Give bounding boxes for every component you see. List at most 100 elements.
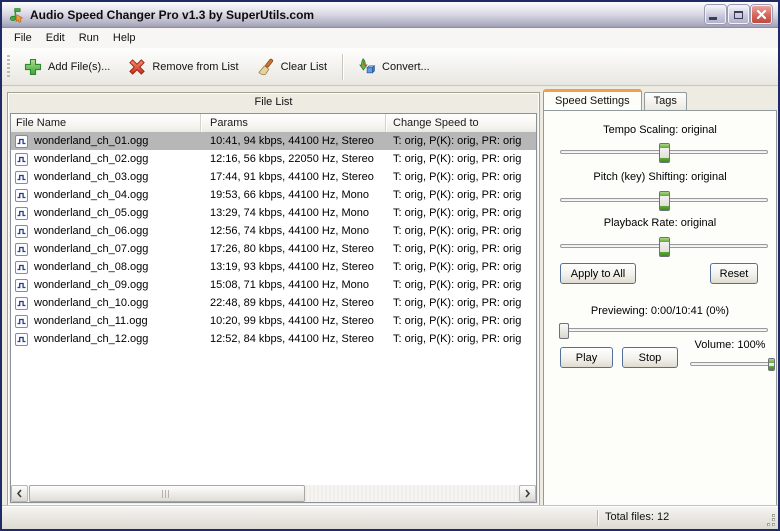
add-files-label: Add File(s)...: [48, 60, 111, 73]
resize-grip-icon[interactable]: [763, 514, 776, 527]
column-header-params[interactable]: Params: [201, 114, 386, 132]
file-name-cell: wonderland_ch_05.ogg: [11, 206, 201, 220]
column-header-file-name[interactable]: File Name: [11, 114, 201, 132]
clear-broom-icon: [257, 58, 273, 75]
file-params: 13:19, 93 kbps, 44100 Hz, Stereo: [210, 261, 374, 273]
minimize-button[interactable]: [705, 5, 726, 24]
settings-tab-control: Speed Settings Tags Tempo Scaling: origi…: [543, 89, 777, 506]
file-params: 12:56, 74 kbps, 44100 Hz, Mono: [210, 225, 369, 237]
slider-thumb[interactable]: [768, 358, 776, 371]
volume-slider[interactable]: [690, 358, 776, 371]
table-row[interactable]: wonderland_ch_02.ogg 12:16, 56 kbps, 220…: [11, 150, 536, 168]
stop-button[interactable]: Stop: [622, 347, 678, 368]
file-name: wonderland_ch_12.ogg: [34, 333, 149, 345]
table-row[interactable]: wonderland_ch_11.ogg 10:20, 99 kbps, 441…: [11, 312, 536, 330]
scroll-right-button[interactable]: [519, 485, 536, 502]
audio-file-icon: [15, 296, 28, 310]
table-row[interactable]: wonderland_ch_06.ogg 12:56, 74 kbps, 441…: [11, 222, 536, 240]
app-window: Audio Speed Changer Pro v1.3 by SuperUti…: [0, 0, 780, 531]
client-area: File List File Name Params Change Speed …: [2, 86, 778, 507]
menu-run[interactable]: Run: [72, 30, 106, 46]
menu-help[interactable]: Help: [106, 30, 143, 46]
menu-edit[interactable]: Edit: [39, 30, 72, 46]
preview-position-slider[interactable]: [559, 321, 768, 341]
tab-speed-settings[interactable]: Speed Settings: [543, 89, 642, 110]
add-file-icon: [24, 58, 42, 75]
slider-thumb[interactable]: [659, 191, 670, 211]
total-files-status: Total files: 12: [605, 511, 670, 523]
chevron-left-icon: [16, 489, 22, 498]
file-params: 10:41, 94 kbps, 44100 Hz, Stereo: [210, 135, 374, 147]
audio-file-icon: [15, 170, 28, 184]
pitch-shifting-slider[interactable]: [560, 191, 768, 211]
audio-file-icon: [15, 332, 28, 346]
table-row[interactable]: wonderland_ch_12.ogg 12:52, 84 kbps, 441…: [11, 330, 536, 348]
file-name-cell: wonderland_ch_11.ogg: [11, 314, 201, 328]
table-row[interactable]: wonderland_ch_01.ogg 10:41, 94 kbps, 441…: [11, 132, 536, 150]
tempo-scaling-label: Tempo Scaling: original: [603, 124, 717, 136]
table-row[interactable]: wonderland_ch_04.ogg 19:53, 66 kbps, 441…: [11, 186, 536, 204]
file-change-speed: T: orig, P(K): orig, PR: orig: [393, 207, 522, 219]
file-name: wonderland_ch_10.ogg: [34, 297, 149, 309]
table-row[interactable]: wonderland_ch_10.ogg 22:48, 89 kbps, 441…: [11, 294, 536, 312]
file-list-caption: File List: [254, 96, 293, 108]
close-button[interactable]: [751, 5, 772, 24]
apply-to-all-button[interactable]: Apply to All: [560, 263, 636, 284]
convert-label: Convert...: [382, 60, 430, 73]
file-change-speed: T: orig, P(K): orig, PR: orig: [393, 153, 522, 165]
statusbar: Total files: 12: [2, 506, 778, 529]
file-change-speed: T: orig, P(K): orig, PR: orig: [393, 297, 522, 309]
audio-file-icon: [15, 242, 28, 256]
file-name-cell: wonderland_ch_01.ogg: [11, 134, 201, 148]
file-name-cell: wonderland_ch_10.ogg: [11, 296, 201, 310]
file-change-speed: T: orig, P(K): orig, PR: orig: [393, 225, 522, 237]
table-row[interactable]: wonderland_ch_08.ogg 13:19, 93 kbps, 441…: [11, 258, 536, 276]
slider-thumb[interactable]: [659, 143, 670, 163]
file-params: 17:26, 80 kbps, 44100 Hz, Stereo: [210, 243, 374, 255]
column-header-change-speed[interactable]: Change Speed to: [386, 114, 536, 132]
scroll-left-button[interactable]: [11, 485, 28, 502]
table-row[interactable]: wonderland_ch_03.ogg 17:44, 91 kbps, 441…: [11, 168, 536, 186]
maximize-button[interactable]: [728, 5, 749, 24]
file-name: wonderland_ch_08.ogg: [34, 261, 149, 273]
file-params: 12:52, 84 kbps, 44100 Hz, Stereo: [210, 333, 374, 345]
reset-button[interactable]: Reset: [710, 263, 758, 284]
file-name: wonderland_ch_03.ogg: [34, 171, 149, 183]
horizontal-scrollbar[interactable]: [11, 485, 536, 502]
table-row[interactable]: wonderland_ch_05.ogg 13:29, 74 kbps, 441…: [11, 204, 536, 222]
file-name-cell: wonderland_ch_09.ogg: [11, 278, 201, 292]
slider-thumb[interactable]: [659, 237, 670, 257]
statusbar-separator: [597, 510, 598, 526]
file-list-panel: File List File Name Params Change Speed …: [7, 92, 540, 506]
file-list-view: File Name Params Change Speed to wonderl…: [10, 113, 537, 503]
remove-icon: [129, 58, 146, 75]
file-list-header: File Name Params Change Speed to: [11, 114, 536, 133]
file-change-speed: T: orig, P(K): orig, PR: orig: [393, 333, 522, 345]
remove-from-list-button[interactable]: Remove from List: [119, 52, 247, 81]
menubar: File Edit Run Help: [2, 28, 778, 49]
file-params: 13:29, 74 kbps, 44100 Hz, Mono: [210, 207, 369, 219]
playback-rate-slider[interactable]: [560, 237, 768, 257]
scrollbar-thumb[interactable]: [29, 485, 305, 502]
clear-list-button[interactable]: Clear List: [248, 52, 336, 81]
chevron-right-icon: [525, 489, 531, 498]
table-row[interactable]: wonderland_ch_07.ogg 17:26, 80 kbps, 441…: [11, 240, 536, 258]
previewing-label: Previewing: 0:00/10:41 (0%): [590, 305, 730, 317]
slider-track: [690, 362, 775, 366]
file-params: 22:48, 89 kbps, 44100 Hz, Stereo: [210, 297, 374, 309]
tab-tags[interactable]: Tags: [643, 92, 687, 110]
menu-file[interactable]: File: [7, 30, 39, 46]
file-list-rows: wonderland_ch_01.ogg 10:41, 94 kbps, 441…: [11, 132, 536, 485]
close-icon: [756, 9, 767, 20]
tempo-scaling-slider[interactable]: [560, 143, 768, 163]
slider-thumb[interactable]: [559, 323, 570, 339]
file-change-speed: T: orig, P(K): orig, PR: orig: [393, 243, 522, 255]
table-row[interactable]: wonderland_ch_09.ogg 15:08, 71 kbps, 441…: [11, 276, 536, 294]
play-button[interactable]: Play: [560, 347, 613, 368]
add-files-button[interactable]: Add File(s)...: [15, 52, 119, 81]
volume-label: Volume: 100%: [694, 339, 766, 351]
convert-button[interactable]: Convert...: [349, 52, 439, 81]
toolbar-gripper[interactable]: [7, 54, 10, 79]
titlebar: Audio Speed Changer Pro v1.3 by SuperUti…: [2, 2, 778, 28]
audio-file-icon: [15, 152, 28, 166]
